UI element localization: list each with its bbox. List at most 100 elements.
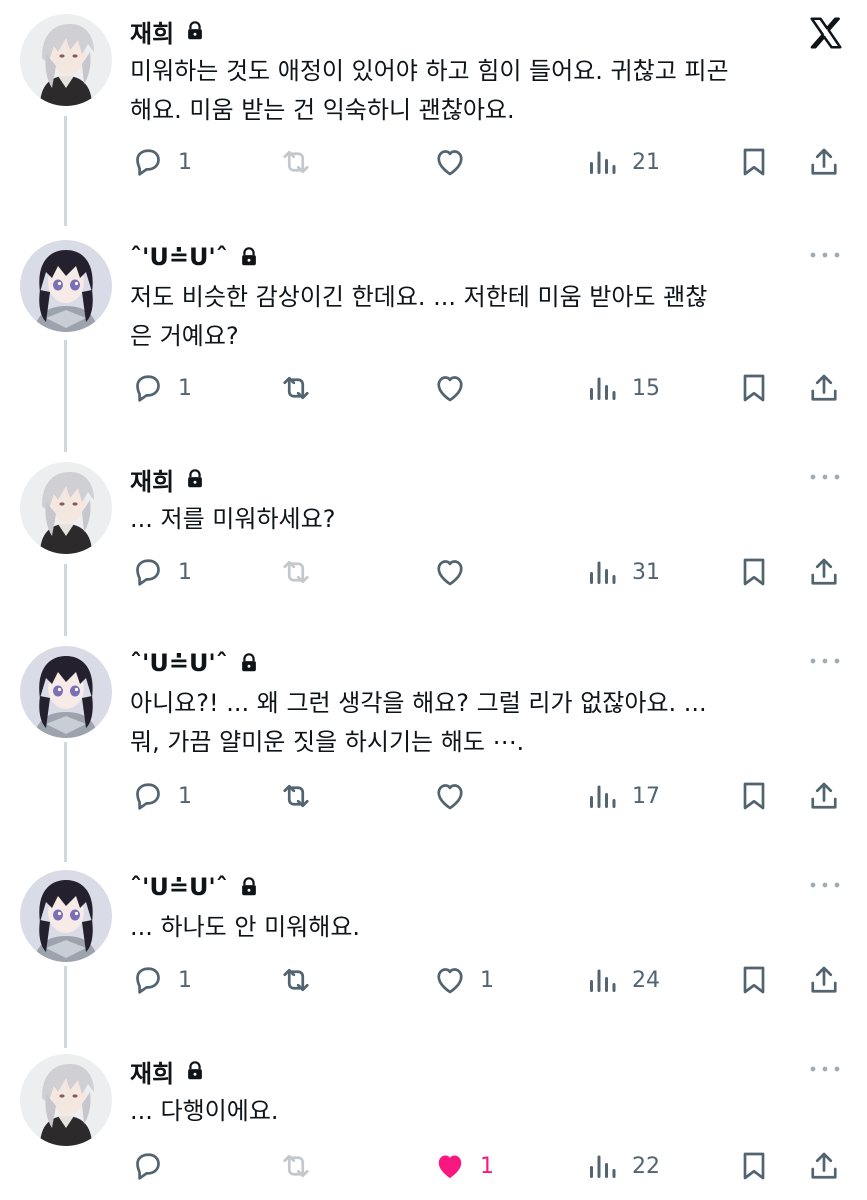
bar-chart-icon: [584, 144, 620, 180]
views-button[interactable]: 15: [584, 368, 660, 408]
heart-icon: [432, 554, 468, 590]
avatar[interactable]: [20, 462, 112, 554]
heart-icon: [432, 370, 468, 406]
bar-chart-icon: [584, 1148, 620, 1184]
thread-line: [64, 742, 67, 862]
tweet-text: 저도 비슷한 감상이긴 한데요. ... 저한테 미움 받아도 괜찮 은 거예요…: [130, 283, 708, 350]
more-options-button[interactable]: [807, 462, 843, 492]
bookmark-button[interactable]: [736, 142, 772, 182]
author-name[interactable]: ˆ'ᑌ≐ᑌ'ˆ: [130, 649, 228, 677]
reply-button[interactable]: 1: [130, 368, 192, 408]
thread-line: [64, 966, 67, 1048]
bookmark-button[interactable]: [736, 368, 772, 408]
thread-line: [64, 564, 67, 636]
bookmark-button[interactable]: [736, 776, 772, 816]
more-options-button[interactable]: [807, 1054, 843, 1084]
share-button[interactable]: [806, 552, 842, 592]
reply-button[interactable]: 1: [130, 142, 192, 182]
retweet-button[interactable]: [278, 960, 326, 1000]
share-button[interactable]: [806, 960, 842, 1000]
lock-icon: [238, 876, 260, 898]
reply-button[interactable]: 1: [130, 776, 192, 816]
more-icon: [807, 1063, 843, 1075]
tweet-text: 아니요?! ... 왜 그런 생각을 해요? 그럴 리가 없잖아요. ... 뭐…: [130, 689, 707, 756]
heart-icon: [432, 778, 468, 814]
like-button[interactable]: 1: [432, 960, 494, 1000]
like-button[interactable]: [432, 368, 480, 408]
reply-button[interactable]: [130, 1146, 178, 1186]
author-name[interactable]: ˆ'ᑌ≐ᑌ'ˆ: [130, 243, 228, 271]
retweet-icon: [278, 370, 314, 406]
retweet-button[interactable]: [278, 1146, 326, 1186]
view-count: 24: [632, 967, 660, 993]
more-icon: [807, 249, 843, 261]
author-name[interactable]: 재희: [130, 462, 174, 497]
bookmark-icon: [736, 778, 772, 814]
action-bar: 1 1 24: [130, 960, 850, 1000]
share-icon: [806, 554, 842, 590]
bookmark-icon: [736, 1148, 772, 1184]
like-button[interactable]: [432, 776, 480, 816]
retweet-button[interactable]: [278, 142, 326, 182]
like-button[interactable]: [432, 552, 480, 592]
view-count: 31: [632, 559, 660, 585]
bookmark-icon: [736, 962, 772, 998]
bookmark-button[interactable]: [736, 960, 772, 1000]
bookmark-icon: [736, 554, 772, 590]
views-button[interactable]: 21: [584, 142, 660, 182]
view-count: 22: [632, 1153, 660, 1179]
reply-count: 1: [178, 375, 192, 401]
more-icon: [807, 471, 843, 483]
views-button[interactable]: 24: [584, 960, 660, 1000]
views-button[interactable]: 17: [584, 776, 660, 816]
share-button[interactable]: [806, 1146, 842, 1186]
retweet-button[interactable]: [278, 368, 326, 408]
tweet-text: ... 다행이에요.: [130, 1097, 279, 1125]
like-button[interactable]: [432, 142, 480, 182]
like-count: 1: [480, 967, 494, 993]
lock-icon: [184, 1060, 206, 1082]
share-button[interactable]: [806, 776, 842, 816]
bar-chart-icon: [584, 962, 620, 998]
views-button[interactable]: 22: [584, 1146, 660, 1186]
avatar[interactable]: [20, 646, 112, 738]
author-name[interactable]: 재희: [130, 14, 174, 49]
bookmark-icon: [736, 144, 772, 180]
retweet-button[interactable]: [278, 776, 326, 816]
more-options-button[interactable]: [807, 870, 843, 900]
action-bar: 1 21: [130, 142, 850, 182]
heart-filled-icon: [432, 1148, 468, 1184]
thread-line: [64, 116, 67, 226]
reply-button[interactable]: 1: [130, 960, 192, 1000]
more-icon: [807, 655, 843, 667]
action-bar: 1 15: [130, 368, 850, 408]
reply-button[interactable]: 1: [130, 552, 192, 592]
avatar[interactable]: [20, 870, 112, 962]
share-button[interactable]: [806, 368, 842, 408]
avatar[interactable]: [20, 1054, 112, 1146]
more-options-button[interactable]: [807, 240, 843, 270]
bookmark-button[interactable]: [736, 552, 772, 592]
author-name[interactable]: ˆ'ᑌ≐ᑌ'ˆ: [130, 873, 228, 901]
reply-icon: [130, 1148, 166, 1184]
more-options-button[interactable]: [807, 646, 843, 676]
author-name[interactable]: 재희: [130, 1054, 174, 1089]
x-logo-icon[interactable]: [807, 14, 845, 52]
retweet-icon: [278, 1148, 314, 1184]
avatar[interactable]: [20, 14, 112, 106]
heart-icon: [432, 144, 468, 180]
thread-line: [64, 340, 67, 452]
reply-count: 1: [178, 149, 192, 175]
like-button[interactable]: 1: [432, 1146, 494, 1186]
avatar[interactable]: [20, 240, 112, 332]
retweet-button[interactable]: [278, 552, 326, 592]
like-count: 1: [480, 1153, 494, 1179]
bookmark-button[interactable]: [736, 1146, 772, 1186]
heart-icon: [432, 962, 468, 998]
reply-icon: [130, 370, 166, 406]
views-button[interactable]: 31: [584, 552, 660, 592]
bookmark-icon: [736, 370, 772, 406]
share-button[interactable]: [806, 142, 842, 182]
share-icon: [806, 144, 842, 180]
lock-icon: [238, 246, 260, 268]
